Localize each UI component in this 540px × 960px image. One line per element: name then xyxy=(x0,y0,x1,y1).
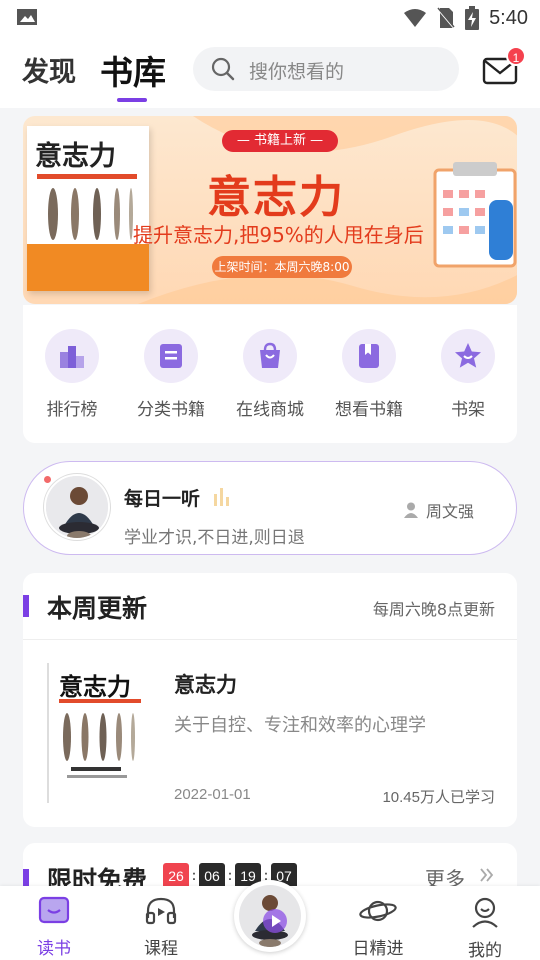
top-header: 发现 书库 搜你想看的 1 xyxy=(0,36,540,108)
profile-icon xyxy=(472,897,498,928)
live-dot xyxy=(44,476,51,483)
nav-bookshelf[interactable]: 书架 xyxy=(428,329,508,420)
timer-separator: : xyxy=(227,868,233,884)
no-sim-icon xyxy=(437,7,455,29)
status-bar: 5:40 xyxy=(0,0,540,36)
status-time: 5:40 xyxy=(489,6,528,29)
nav-want-books-label: 想看书籍 xyxy=(335,400,403,420)
search-icon xyxy=(211,57,235,81)
arrowheads-illustration xyxy=(48,188,133,240)
book-title[interactable]: 意志力 xyxy=(174,669,237,699)
search-placeholder: 搜你想看的 xyxy=(249,61,345,83)
banner-release-time: 上架时间：本周六晚8:00 xyxy=(212,256,352,278)
bottom-nav-player[interactable] xyxy=(234,880,306,952)
weekly-update-section: 本周更新 每周六晚8点更新 意志力 意志力 关于自控、专注和效率的心理学 202… xyxy=(23,573,517,827)
weekly-update-title: 本周更新 xyxy=(47,594,148,623)
bookmark-book-icon xyxy=(359,344,379,368)
timer-separator: : xyxy=(191,868,197,884)
weekly-update-note: 每周六晚8点更新 xyxy=(372,600,495,619)
quick-nav: 排行榜 分类书籍 在线商城 想看书籍 书架 xyxy=(23,305,517,443)
search-bar[interactable]: 搜你想看的 xyxy=(193,47,459,91)
bottom-nav-read-label: 读书 xyxy=(37,939,71,959)
ranking-icon xyxy=(60,346,84,368)
section-accent-bar xyxy=(23,595,29,617)
daily-listen-subtitle: 学业才识,不日进,则日退 xyxy=(124,528,305,548)
battery-charging-icon xyxy=(465,6,480,30)
book-cover[interactable]: 意志力 xyxy=(47,663,145,803)
person-icon xyxy=(404,502,418,518)
bottom-nav-course[interactable]: 课程 xyxy=(121,896,201,959)
promo-banner[interactable]: 意志力 — 书籍上新 — 意志力 提升意志力,把95%的人甩在身后 上架时间：本… xyxy=(23,116,517,304)
calendar-illustration xyxy=(433,162,517,268)
avatar xyxy=(44,474,110,540)
book-cover-title: 意志力 xyxy=(59,672,131,701)
bottom-nav-profile-label: 我的 xyxy=(468,941,502,960)
banner-book-cover: 意志力 xyxy=(27,126,149,291)
nav-want-books[interactable]: 想看书籍 xyxy=(329,329,409,420)
banner-book-title: 意志力 xyxy=(35,141,116,172)
cover-subtitle-strip xyxy=(59,699,141,703)
daily-listen-title: 每日一听 xyxy=(124,488,201,510)
book-description: 关于自控、专注和效率的心理学 xyxy=(174,715,426,736)
cover-subtitle-strip xyxy=(37,174,137,179)
nav-category-books[interactable]: 分类书籍 xyxy=(131,329,211,420)
bottom-nav-read[interactable]: 读书 xyxy=(14,896,94,959)
wifi-icon xyxy=(404,9,427,27)
star-shelf-icon xyxy=(455,343,481,368)
bottom-nav: 读书 课程 日精进 我的 xyxy=(0,880,540,960)
image-notification-icon xyxy=(17,9,37,25)
speaker-portrait xyxy=(46,476,108,538)
nav-category-books-label: 分类书籍 xyxy=(137,400,205,420)
bottom-nav-profile[interactable]: 我的 xyxy=(445,896,525,960)
nav-bookshelf-label: 书架 xyxy=(451,400,485,420)
play-icon xyxy=(263,909,287,933)
bottom-nav-daily-progress[interactable]: 日精进 xyxy=(338,896,418,959)
daily-listen-card[interactable]: 每日一听 学业才识,不日进,则日退 周文强 xyxy=(23,461,517,555)
bottom-nav-course-label: 课程 xyxy=(144,939,178,959)
nav-online-store[interactable]: 在线商城 xyxy=(230,329,310,420)
double-chevron-right-icon[interactable] xyxy=(479,867,495,883)
divider xyxy=(23,639,517,640)
nav-online-store-label: 在线商城 xyxy=(236,400,304,420)
cover-orange-band xyxy=(27,244,149,291)
cover-text-line xyxy=(67,775,127,778)
banner-subtitle: 提升意志力,把95%的人甩在身后 xyxy=(133,223,424,247)
bottom-nav-daily-progress-label: 日精进 xyxy=(352,939,404,959)
nav-ranking[interactable]: 排行榜 xyxy=(32,329,112,420)
tab-discover[interactable]: 发现 xyxy=(22,50,76,89)
banner-title: 意志力 xyxy=(207,172,345,223)
mail-badge: 1 xyxy=(506,46,526,66)
audio-bars-icon xyxy=(214,488,229,506)
cover-text-line xyxy=(71,767,121,771)
book-date: 2022-01-01 xyxy=(174,786,251,803)
player-avatar xyxy=(239,885,301,947)
shopping-bag-icon xyxy=(260,342,280,368)
arrowheads-illustration xyxy=(63,713,135,761)
book-learners: 10.45万人已学习 xyxy=(382,789,495,806)
active-tab-indicator xyxy=(117,98,147,102)
daily-listen-author: 周文强 xyxy=(426,502,475,521)
nav-ranking-label: 排行榜 xyxy=(46,400,98,420)
category-book-icon xyxy=(160,344,182,368)
banner-tag: — 书籍上新 — xyxy=(222,130,338,152)
headphones-icon xyxy=(145,897,177,925)
tab-library[interactable]: 书库 xyxy=(100,46,166,94)
read-book-icon xyxy=(38,896,70,924)
planet-icon xyxy=(359,900,397,922)
